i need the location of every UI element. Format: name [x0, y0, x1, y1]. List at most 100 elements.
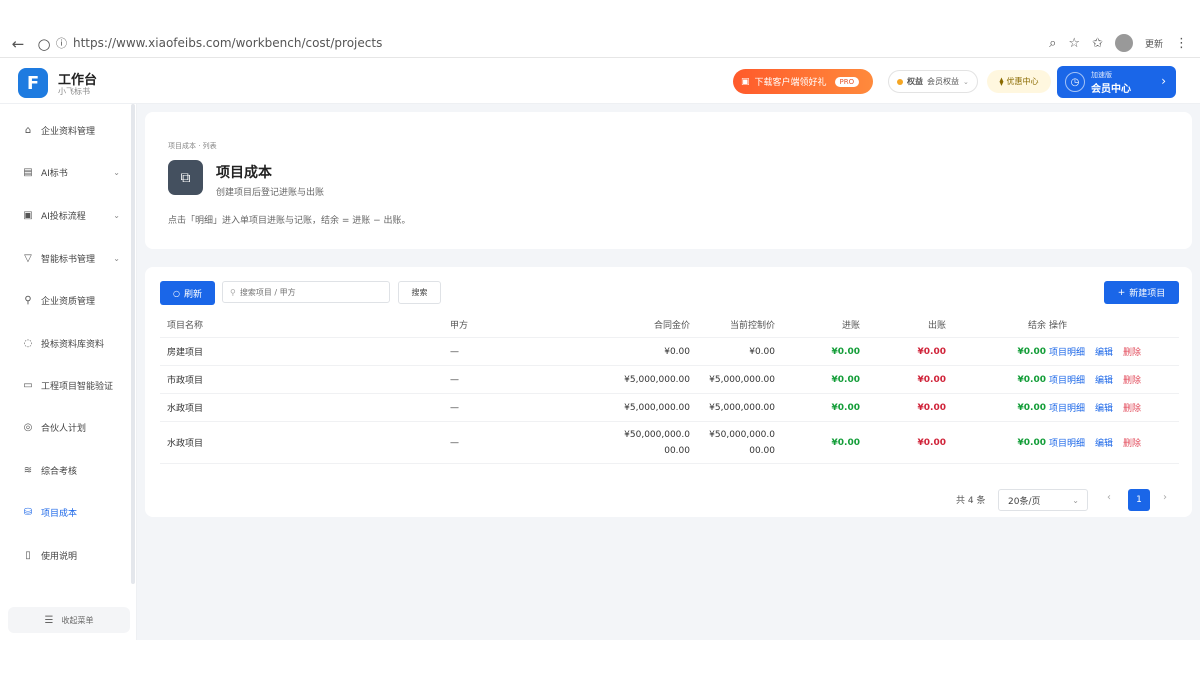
delete-link[interactable]: 删除 [1123, 373, 1141, 386]
control-price: ¥50,000,000.0 00.00 [695, 422, 775, 463]
refresh-button[interactable]: ○ 刷新 [160, 281, 215, 305]
contract-price: ¥50,000,000.0 00.00 [560, 422, 690, 463]
row-actions: 项目明细 编辑 删除 [1049, 366, 1141, 393]
filter-icon: ▽ [24, 252, 32, 264]
project-name: 水政项目 [167, 439, 204, 449]
project-name: 市政项目 [167, 376, 204, 386]
edit-link[interactable]: 编辑 [1095, 345, 1113, 358]
chevron-down-icon: ⌄ [113, 210, 120, 220]
page-title: 项目成本 [216, 165, 272, 181]
page-size-select[interactable]: 20条/页 ⌄ [998, 489, 1088, 511]
project-detail-link[interactable]: 项目明细 [1049, 436, 1085, 449]
app-logo[interactable]: F [18, 68, 48, 98]
table-row[interactable]: 市政项目 — ¥5,000,000.00 ¥5,000,000.00 ¥0.00… [160, 366, 1179, 394]
sidebar-item-ai-bid[interactable]: ▤ AI标书 ⌄ [22, 162, 122, 182]
balance-amount: ¥0.00 [1017, 346, 1046, 357]
chevron-down-icon: ⌄ [113, 253, 120, 263]
back-arrow-icon[interactable]: ← [8, 34, 28, 54]
sidebar-item-ai-workflow[interactable]: ▣ AI投标流程 ⌄ [22, 205, 122, 225]
folder-icon: ⧉ [168, 160, 203, 195]
delete-link[interactable]: 删除 [1123, 436, 1141, 449]
table-row[interactable]: 水政项目 — ¥50,000,000.0 00.00 ¥50,000,000.0… [160, 422, 1179, 464]
promo-label: 下载客户端领好礼 [754, 78, 827, 88]
member-center-label: 会员中心 [1091, 83, 1131, 95]
address-bar[interactable]: ⓘ https://www.xiaofeibs.com/workbench/co… [56, 35, 382, 51]
table-header-row: 项目名称 甲方 合同金价 当前控制价 进账 出账 结余 操作 [160, 312, 1179, 338]
new-project-label: 新建项目 [1129, 289, 1166, 299]
member-pill-label: 权益 [907, 77, 923, 86]
sidebar-item-bid-management[interactable]: ▽ 智能标书管理 ⌄ [22, 248, 122, 268]
sidebar-item-company-docs[interactable]: ⌂ 企业资料管理 [22, 120, 122, 140]
sidebar-item-project-cost[interactable]: ⛁ 项目成本 [22, 502, 122, 522]
control-price-line: 00.00 [749, 445, 775, 456]
delete-link[interactable]: 删除 [1123, 401, 1141, 414]
collapse-menu-button[interactable]: ☰ 收起菜单 [8, 607, 130, 633]
edit-link[interactable]: 编辑 [1095, 436, 1113, 449]
coupon-center-button[interactable]: ⧫ 优惠中心 [987, 70, 1051, 93]
layers-icon: ≋ [23, 464, 33, 476]
contract-price-line: ¥50,000,000.0 [624, 429, 690, 440]
project-detail-link[interactable]: 项目明细 [1049, 401, 1085, 414]
project-name: 水政项目 [167, 404, 204, 414]
control-price: ¥5,000,000.00 [709, 374, 775, 385]
column-header: 操作 [1049, 321, 1068, 331]
contract-price: ¥5,000,000.00 [624, 374, 690, 385]
search-field[interactable]: ⚲ [222, 281, 390, 303]
zoom-icon[interactable]: ⌕ [1049, 36, 1056, 51]
sidebar-item-partner[interactable]: ◎ 合伙人计划 [22, 417, 122, 437]
reload-icon[interactable]: ○ [34, 34, 54, 54]
sidebar-item-assessment[interactable]: ≋ 综合考核 [22, 460, 122, 480]
member-center-button[interactable]: ◷ 加速版 会员中心 › [1057, 66, 1176, 98]
project-detail-link[interactable]: 项目明细 [1049, 345, 1085, 358]
profile-avatar[interactable] [1114, 34, 1133, 52]
sidebar-item-label: 工程项目智能验证 [41, 381, 114, 392]
monitor-icon: ▭ [23, 379, 33, 391]
table-row[interactable]: 房建项目 — ¥0.00 ¥0.00 ¥0.00 ¥0.00 ¥0.00 项目明… [160, 338, 1179, 366]
total-count: 共 4 条 [956, 496, 986, 506]
clock-icon: ◷ [1065, 72, 1085, 92]
new-project-button[interactable]: + 新建项目 [1104, 281, 1179, 304]
sidebar-item-instructions[interactable]: ▯ 使用说明 [22, 545, 122, 565]
chevron-right-icon: › [1161, 74, 1166, 88]
control-price: ¥0.00 [749, 346, 775, 357]
gift-icon: ▣ [741, 76, 750, 87]
sidebar-item-engineering-check[interactable]: ▭ 工程项目智能验证 [22, 375, 122, 395]
url-text[interactable]: https://www.xiaofeibs.com/workbench/cost… [73, 36, 382, 50]
current-page-button[interactable]: 1 [1128, 489, 1150, 511]
chevron-down-icon: ⌄ [113, 167, 120, 177]
project-detail-link[interactable]: 项目明细 [1049, 373, 1085, 386]
search-button[interactable]: 搜索 [398, 281, 441, 304]
delete-link[interactable]: 删除 [1123, 345, 1141, 358]
table-row[interactable]: 水政项目 — ¥5,000,000.00 ¥5,000,000.00 ¥0.00… [160, 394, 1179, 422]
more-menu-icon[interactable]: ⋮ [1175, 36, 1188, 51]
sidebar-item-bid-library[interactable]: ◌ 投标资料库资料 [22, 333, 122, 353]
update-label[interactable]: 更新 [1145, 37, 1163, 50]
edit-link[interactable]: 编辑 [1095, 401, 1113, 414]
party-name: — [450, 402, 459, 413]
edit-link[interactable]: 编辑 [1095, 373, 1113, 386]
column-header: 甲方 [450, 321, 469, 331]
browser-toolbar: ← ○ ⓘ https://www.xiaofeibs.com/workbenc… [0, 0, 1200, 58]
next-page-icon[interactable]: › [1163, 492, 1167, 503]
breadcrumb: 项目成本 · 列表 [168, 142, 217, 150]
sidebar-item-label: 企业资料管理 [41, 126, 96, 137]
project-name: 房建项目 [167, 348, 204, 358]
sidebar-item-label: 投标资料库资料 [41, 339, 105, 350]
favorites-icon[interactable]: ✩ [1092, 36, 1103, 51]
sidebar-item-label: 项目成本 [41, 508, 78, 519]
search-input[interactable] [239, 287, 380, 297]
site-info-icon[interactable]: ⓘ [56, 35, 67, 51]
browser-actions: ⌕ ☆ ✩ 更新 ⋮ [1049, 34, 1188, 52]
expense-amount: ¥0.00 [917, 402, 946, 413]
sidebar-scrollbar[interactable] [131, 104, 135, 584]
balance-amount: ¥0.00 [1017, 437, 1046, 448]
prev-page-icon[interactable]: ‹ [1107, 492, 1111, 503]
bookmark-star-icon[interactable]: ☆ [1068, 36, 1080, 51]
sidebar-item-qualifications[interactable]: ⚲ 企业资质管理 [22, 290, 122, 310]
download-client-button[interactable]: ▣ 下载客户端领好礼 PRO [733, 69, 873, 94]
member-benefits-dropdown[interactable]: 权益 会员权益 ⌄ [888, 70, 978, 93]
database-icon: ⛁ [23, 506, 33, 518]
app-subtitle: 小飞标书 [58, 87, 90, 96]
balance-amount: ¥0.00 [1017, 374, 1046, 385]
row-actions: 项目明细 编辑 删除 [1049, 394, 1141, 421]
